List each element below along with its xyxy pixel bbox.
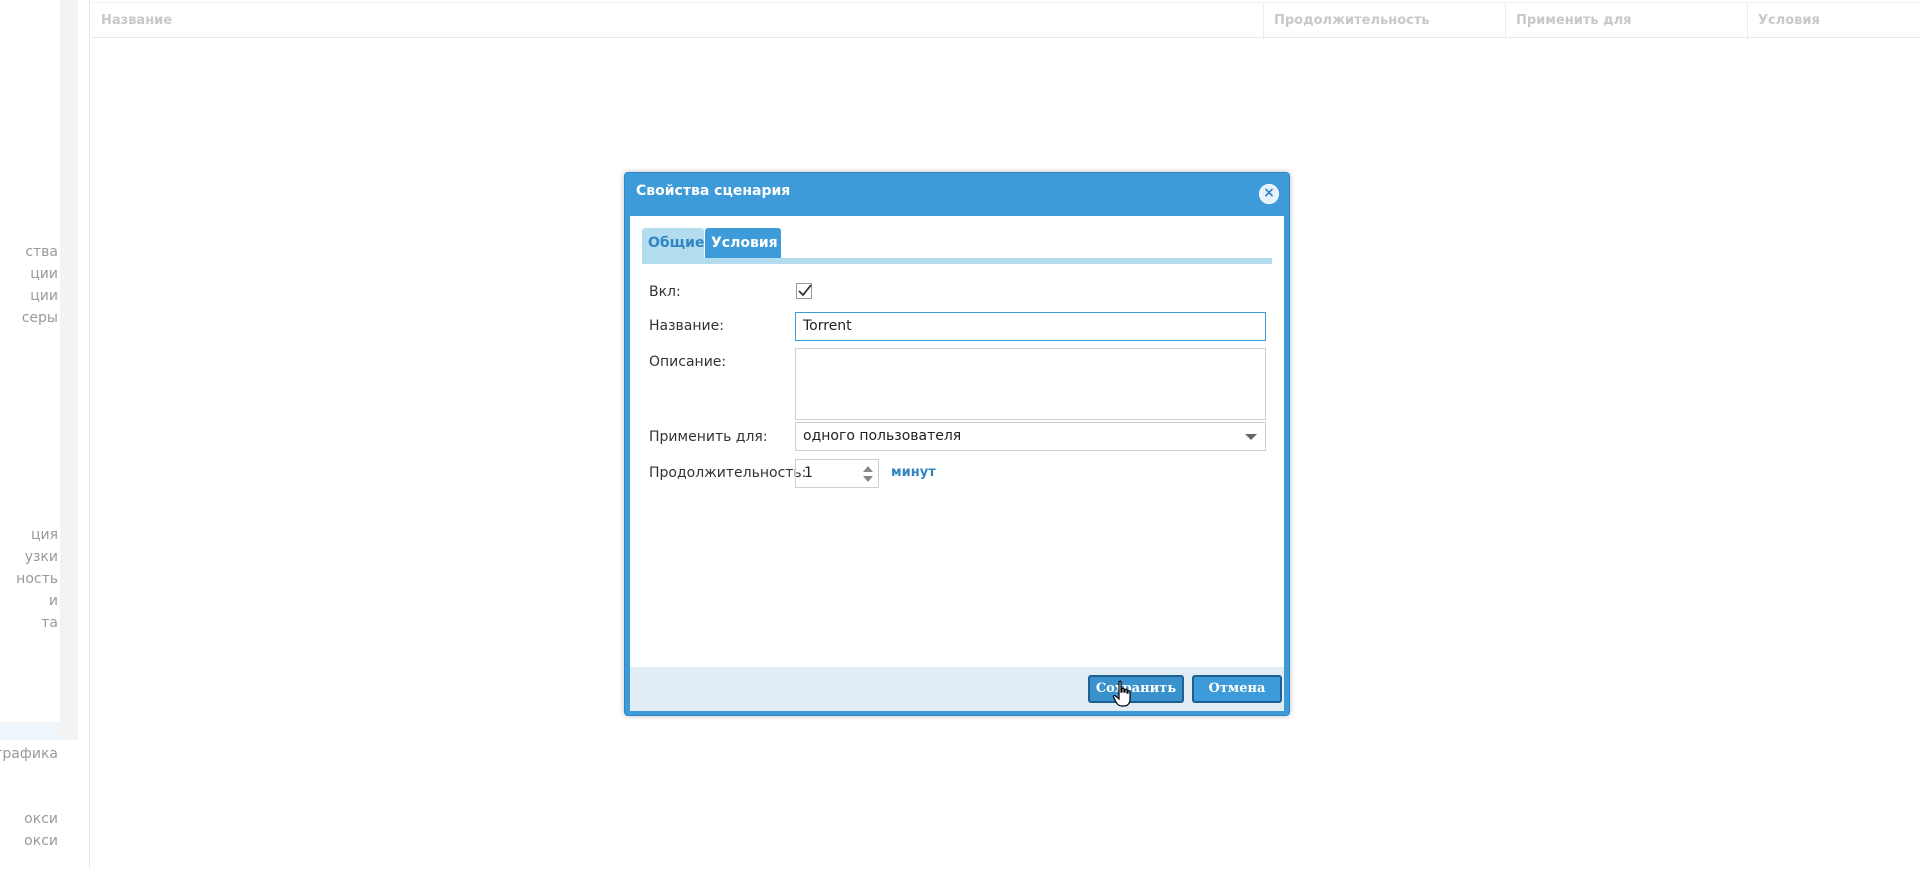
sidebar-item[interactable]: трафика bbox=[0, 746, 58, 762]
grid-header: Название Продолжительность Применить для… bbox=[91, 2, 1920, 39]
sidebar-item[interactable]: та bbox=[41, 615, 58, 631]
duration-label: Продолжительность: bbox=[649, 465, 807, 481]
duration-value: 1 bbox=[804, 465, 813, 481]
scenario-properties-dialog: Свойства сценария × Общие Условия Вкл: Н… bbox=[624, 172, 1290, 716]
description-textarea[interactable] bbox=[795, 348, 1266, 420]
dialog-title: Свойства сценария bbox=[636, 183, 791, 199]
name-input[interactable]: Torrent bbox=[795, 312, 1266, 341]
name-label: Название: bbox=[649, 318, 724, 334]
tab-underline bbox=[642, 258, 1272, 264]
dialog-footer: Сохранить Отмена bbox=[630, 667, 1284, 711]
sidebar-item[interactable]: серы bbox=[22, 310, 58, 326]
sidebar-item[interactable]: узки bbox=[25, 549, 58, 565]
sidebar-item[interactable]: ства bbox=[25, 244, 58, 260]
sidebar-item[interactable]: ция bbox=[31, 527, 58, 543]
apply-for-value: одного пользователя bbox=[803, 428, 962, 444]
dialog-body: Общие Условия Вкл: Название: Torrent Опи… bbox=[630, 216, 1284, 667]
duration-stepper[interactable]: 1 bbox=[795, 459, 879, 488]
hand-cursor-icon bbox=[1112, 680, 1131, 707]
column-header-conditions[interactable]: Условия bbox=[1748, 3, 1920, 39]
cancel-button[interactable]: Отмена bbox=[1192, 675, 1282, 703]
column-header-duration[interactable]: Продолжительность bbox=[1264, 3, 1506, 39]
save-button[interactable]: Сохранить bbox=[1088, 675, 1184, 703]
chevron-down-icon[interactable] bbox=[1245, 434, 1257, 440]
sidebar-item[interactable]: ции bbox=[30, 266, 58, 282]
enabled-label: Вкл: bbox=[649, 284, 681, 300]
sidebar: ства ции ции серы ция узки ность и та тр… bbox=[0, 0, 60, 869]
tab-conditions[interactable]: Условия bbox=[705, 228, 781, 258]
apply-for-select[interactable]: одного пользователя bbox=[795, 422, 1266, 451]
spin-up-icon[interactable] bbox=[863, 466, 873, 472]
column-header-apply-for[interactable]: Применить для bbox=[1506, 3, 1748, 39]
close-icon[interactable]: × bbox=[1259, 184, 1279, 204]
apply-for-label: Применить для: bbox=[649, 429, 768, 445]
sidebar-item[interactable]: ции bbox=[30, 288, 58, 304]
divider bbox=[89, 0, 90, 869]
sidebar-item[interactable]: окси bbox=[24, 811, 58, 827]
sidebar-item[interactable]: и bbox=[49, 593, 58, 609]
column-header-name[interactable]: Название bbox=[91, 3, 1264, 39]
sidebar-active-highlight bbox=[0, 722, 60, 740]
description-label: Описание: bbox=[649, 354, 727, 370]
duration-unit: минут bbox=[891, 465, 936, 480]
sidebar-item[interactable]: ность bbox=[16, 571, 58, 587]
spin-down-icon[interactable] bbox=[863, 476, 873, 482]
sidebar-scrollbar[interactable] bbox=[60, 0, 78, 740]
sidebar-item[interactable]: окси bbox=[24, 833, 58, 849]
enabled-checkbox[interactable] bbox=[796, 283, 813, 300]
tab-general[interactable]: Общие bbox=[642, 228, 704, 258]
